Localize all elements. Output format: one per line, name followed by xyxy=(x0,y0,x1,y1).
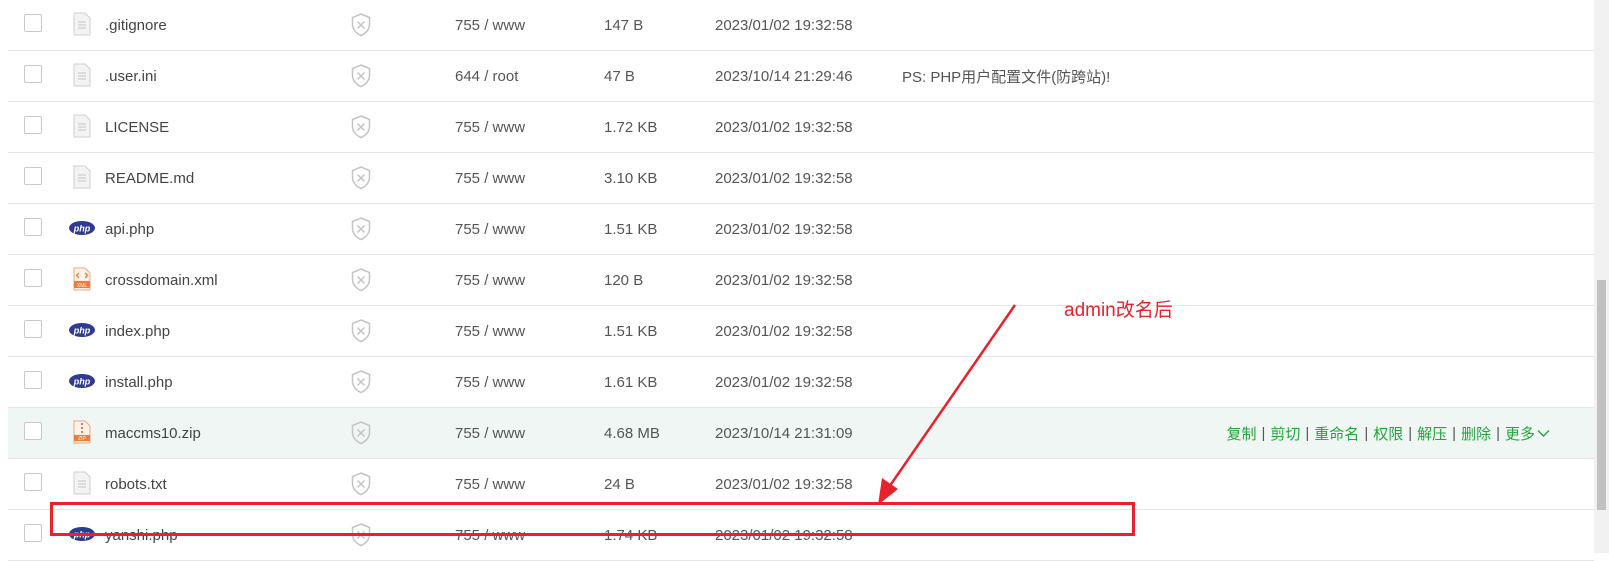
annotation-arrow-icon xyxy=(878,304,1017,505)
